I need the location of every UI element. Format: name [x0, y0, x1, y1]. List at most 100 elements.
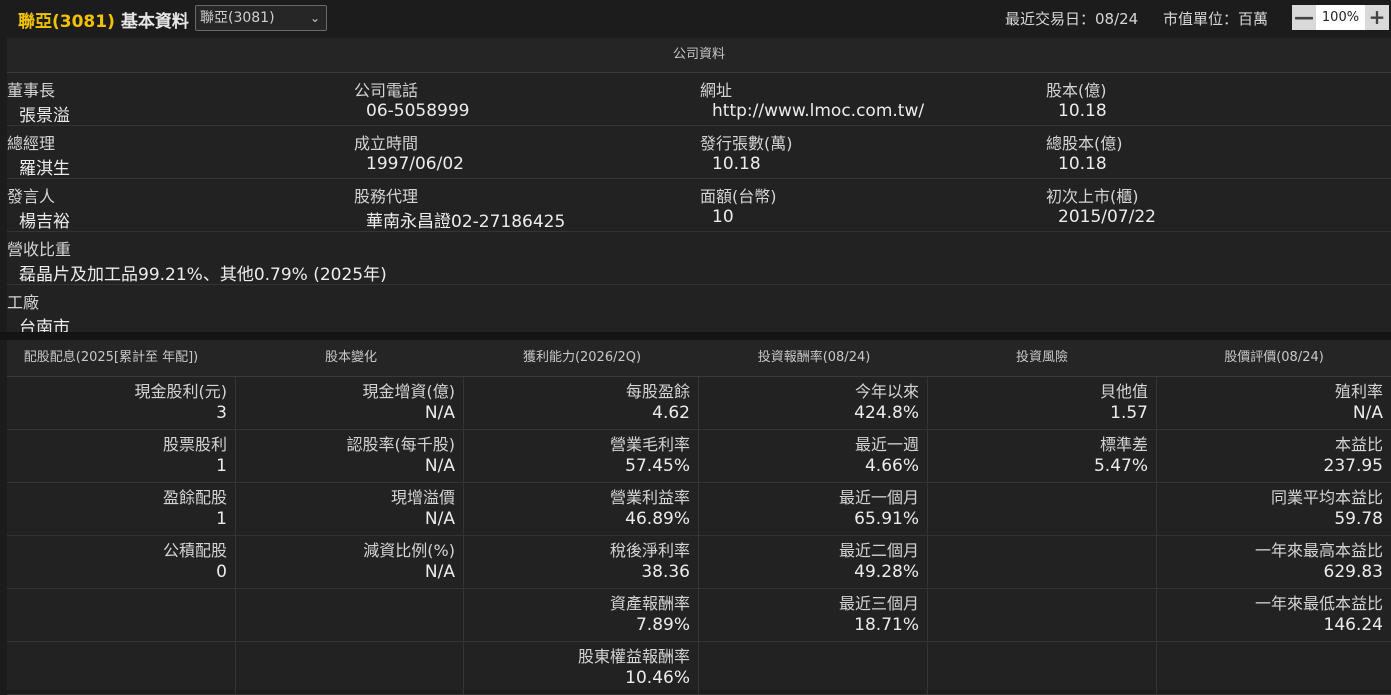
metric-label: 股東權益報酬率: [577, 647, 690, 666]
info-label: 初次上市(櫃): [1046, 187, 1139, 206]
financial-cell: 現增溢價 N/A: [236, 483, 464, 535]
company-info-cell: 股務代理 華南永昌證02-27186425: [354, 179, 694, 232]
metric-value: 629.83: [1323, 562, 1383, 582]
website-link[interactable]: http://www.lmoc.com.tw/: [712, 101, 924, 121]
metric-label: 本益比: [1334, 435, 1383, 454]
metric-value: 146.24: [1323, 615, 1383, 635]
metric-label: 資產報酬率: [609, 594, 690, 613]
financial-cell: [928, 642, 1157, 694]
financial-cell: [928, 589, 1157, 641]
financial-cell: 現金增資(億) N/A: [236, 377, 464, 429]
metric-value: 1: [216, 456, 227, 476]
financial-cell: [236, 589, 464, 641]
metric-label: 認股率(每千股): [346, 435, 456, 454]
metric-value: 1: [216, 509, 227, 529]
metric-value: N/A: [424, 403, 455, 423]
financial-header: 配股配息(2025[累計至 年配]): [23, 350, 199, 365]
financial-summary-panel: 配股配息(2025[累計至 年配]) 股本變化 獲利能力(2026/2Q) 投資報酬率…: [7, 340, 1391, 695]
factory-cell: 工廠 台南市: [7, 285, 1391, 338]
metric-label: 殖利率: [1334, 382, 1383, 401]
company-info-cell: 網址 http://www.lmoc.com.tw/: [700, 73, 1040, 125]
financial-cell: [7, 642, 236, 694]
metric-label: 股票股利: [162, 435, 227, 454]
chevron-down-icon: ⌄: [309, 11, 320, 25]
metric-label: 每股盈餘: [625, 382, 690, 401]
factory-label: 工廠: [7, 293, 40, 312]
metric-value: 59.78: [1334, 509, 1383, 529]
metric-value: N/A: [424, 456, 455, 476]
info-value: 華南永昌證02-27186425: [366, 212, 566, 232]
metric-value: 237.95: [1323, 456, 1383, 476]
financial-headers: 配股配息(2025[累計至 年配]) 股本變化 獲利能力(2026/2Q) 投資報酬率…: [7, 340, 1391, 377]
company-info-row: 總經理 羅淇生 成立時間 1997/06/02 發行張數(萬) 10.18 總股本(億) 10…: [7, 126, 1391, 179]
zoom-value: 100%: [1316, 5, 1365, 30]
financial-header: 股本變化: [324, 350, 378, 365]
metric-value: 7.89%: [635, 615, 690, 635]
market-value-unit: 市值單位：百萬: [1163, 10, 1269, 28]
metric-label: 最近三個月: [838, 594, 919, 613]
financial-cell: 公積配股 0: [7, 536, 236, 588]
metric-value: 1.57: [1110, 403, 1148, 423]
company-info-row: 發言人 楊吉裕 股務代理 華南永昌證02-27186425 面額(台幣) 10 初次上市(櫃…: [7, 179, 1391, 232]
info-label: 發行張數(萬): [700, 134, 793, 153]
company-info-cell: 初次上市(櫃) 2015/07/22: [1046, 179, 1386, 231]
metric-label: 最近一週: [854, 435, 919, 454]
company-info-cell: 面額(台幣) 10: [700, 179, 1040, 231]
metric-label: 盈餘配股: [162, 488, 227, 507]
company-info-cell: 發行張數(萬) 10.18: [700, 126, 1040, 178]
financial-cell: 一年來最高本益比 629.83: [1157, 536, 1391, 588]
last-trade-date: 最近交易日：08/24: [1005, 10, 1139, 28]
financial-cell: 股票股利 1: [7, 430, 236, 482]
top-bar: 聯亞(3081) 基本資料 聯亞(3081) ⌄ 最近交易日：08/24 市值單位…: [0, 0, 1391, 36]
financial-row: 股東權益報酬率 10.46%: [7, 642, 1391, 695]
metric-value: 5.47%: [1093, 456, 1148, 476]
metric-label: 貝他值: [1099, 382, 1148, 401]
zoom-control: — 100% +: [1292, 5, 1389, 30]
section-divider: [0, 332, 1391, 340]
info-label: 股本(億): [1046, 81, 1107, 100]
info-label: 成立時間: [354, 134, 419, 153]
financial-cell: [699, 642, 928, 694]
metric-label: 今年以來: [854, 382, 919, 401]
info-value: 張景溢: [19, 106, 70, 126]
stock-select[interactable]: 聯亞(3081) ⌄: [195, 5, 327, 31]
revenue-mix-cell: 營收比重 磊晶片及加工品99.21%、其他0.79% (2025年): [7, 232, 1391, 285]
financial-cell: 營業利益率 46.89%: [464, 483, 699, 535]
metric-label: 公積配股: [162, 541, 227, 560]
financial-cell: 同業平均本益比 59.78: [1157, 483, 1391, 535]
zoom-in-button[interactable]: +: [1365, 5, 1389, 30]
metric-label: 稅後淨利率: [609, 541, 690, 560]
financial-cell: [1157, 642, 1391, 694]
page-title: 聯亞(3081) 基本資料: [18, 7, 189, 32]
financial-header: 股價評價(08/24): [1224, 350, 1324, 365]
financial-cell: 稅後淨利率 38.36: [464, 536, 699, 588]
financial-cell: 本益比 237.95: [1157, 430, 1391, 482]
company-info-cell: 股本(億) 10.18: [1046, 73, 1386, 125]
financial-row: 現金股利(元) 3 現金增資(億) N/A 每股盈餘 4.62 今年以來 424.8% 貝他值 1…: [7, 377, 1391, 430]
financial-cell: 貝他值 1.57: [928, 377, 1157, 429]
metric-label: 最近一個月: [838, 488, 919, 507]
financial-header: 獲利能力(2026/2Q): [522, 350, 642, 365]
financial-cell: 每股盈餘 4.62: [464, 377, 699, 429]
info-label: 面額(台幣): [700, 187, 777, 206]
metric-value: 46.89%: [625, 509, 690, 529]
stock-name: 聯亞(3081): [18, 12, 115, 32]
info-value: 10.18: [1058, 154, 1107, 174]
financial-cell: 今年以來 424.8%: [699, 377, 928, 429]
company-info-cell: 總股本(億) 10.18: [1046, 126, 1386, 178]
financial-row: 股票股利 1 認股率(每千股) N/A 營業毛利率 57.45% 最近一週 4.66% 標準差 5…: [7, 430, 1391, 483]
metric-value: 3: [216, 403, 227, 423]
metric-label: 最近二個月: [838, 541, 919, 560]
zoom-out-button[interactable]: —: [1292, 5, 1316, 30]
metric-value: 4.62: [652, 403, 690, 423]
info-value: 10.18: [1058, 101, 1107, 121]
metric-value: 65.91%: [854, 509, 919, 529]
metric-value: N/A: [424, 562, 455, 582]
metric-value: 38.36: [641, 562, 690, 582]
info-label: 總股本(億): [1046, 134, 1123, 153]
company-info-cell: 總經理 羅淇生: [7, 126, 347, 179]
company-info-cell: 董事長 張景溢: [7, 73, 347, 126]
info-value: 06-5058999: [366, 101, 470, 121]
financial-cell: 盈餘配股 1: [7, 483, 236, 535]
financial-header: 投資風險: [1015, 350, 1069, 365]
